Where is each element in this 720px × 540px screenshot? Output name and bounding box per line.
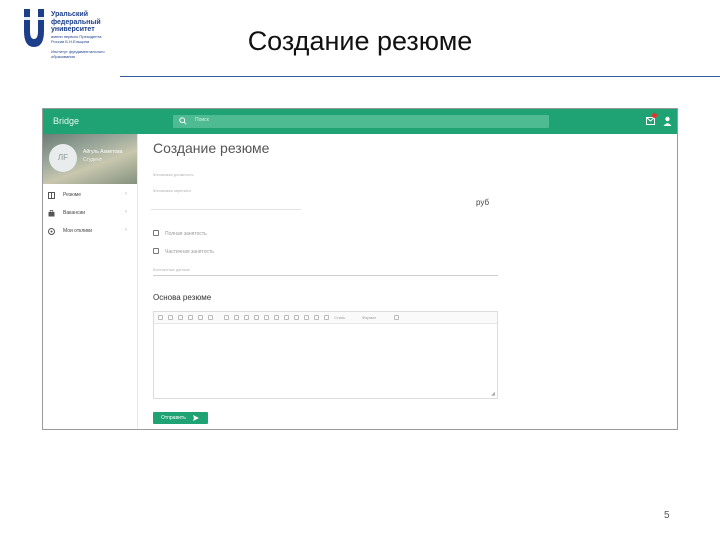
paste-text-icon[interactable]: [198, 315, 203, 320]
university-name-line3: университет: [51, 26, 95, 33]
submit-button-label: Отправить: [161, 415, 186, 421]
find-icon[interactable]: [224, 315, 229, 320]
contacts-underline: [153, 275, 498, 276]
bulleted-list-icon[interactable]: [304, 315, 309, 320]
institute-name: Институт фундаментального образования: [51, 49, 105, 59]
format-dropdown[interactable]: Формат: [362, 315, 376, 320]
full-time-label: Полная занятость: [165, 231, 207, 237]
sidebar-item-label: Резюме: [63, 192, 81, 198]
info-icon: [48, 228, 55, 235]
style-dropdown[interactable]: Стиль: [334, 315, 345, 320]
contacts-field[interactable]: Контактные данные: [153, 267, 190, 272]
table-icon[interactable]: [274, 315, 279, 320]
position-field[interactable]: Желаемая должность: [153, 172, 194, 177]
paste-icon[interactable]: [188, 315, 193, 320]
profile-card: ЛF Айгуль Ахметова Студент: [43, 134, 137, 184]
page-number: 5: [664, 510, 670, 521]
sidebar-item-label: Вакансии: [63, 210, 86, 216]
maximize-icon[interactable]: [394, 315, 399, 320]
part-time-label: Частичная занятость: [165, 249, 214, 255]
paste-word-icon[interactable]: [208, 315, 213, 320]
chevron-right-icon: ›: [125, 227, 127, 233]
chevron-right-icon: ›: [125, 191, 127, 197]
salary-label: Желаемая зарплата: [153, 188, 191, 193]
app-topbar: Bridge Поиск: [43, 109, 677, 134]
sidebar-item-responses[interactable]: Мои отклики ›: [43, 225, 137, 239]
unlink-icon[interactable]: [244, 315, 249, 320]
university-name-line1: Уральский: [51, 11, 89, 18]
resume-form: Создание резюме Желаемая должность Желае…: [151, 134, 671, 429]
editor-toolbar: Стиль Формат: [154, 312, 497, 324]
title-divider: [120, 76, 720, 77]
full-time-checkbox[interactable]: [153, 230, 159, 236]
search-input[interactable]: Поиск: [173, 115, 549, 128]
hr-icon[interactable]: [284, 315, 289, 320]
page-title: Создание резюме: [153, 140, 270, 156]
redo-icon[interactable]: [168, 315, 173, 320]
outdent-icon[interactable]: [324, 315, 329, 320]
sidebar-item-resume[interactable]: Резюме ›: [43, 189, 137, 203]
send-icon: [193, 415, 199, 421]
sidebar-item-vacancies[interactable]: Вакансии ›: [43, 207, 137, 221]
urfu-logo-mark-icon: [22, 9, 46, 47]
copy-icon[interactable]: [178, 315, 183, 320]
chevron-right-icon: ›: [125, 209, 127, 215]
search-icon: [179, 117, 187, 125]
university-name-line2: федеральный: [51, 18, 101, 26]
sidebar-item-label: Мои отклики: [63, 228, 93, 234]
slide-title: Создание резюме: [247, 26, 473, 56]
university-subtitle: имени первого Президента России Б.Н.Ельц…: [51, 34, 102, 44]
section-title: Основа резюме: [153, 293, 212, 302]
rich-text-editor[interactable]: Стиль Формат ◢: [153, 311, 498, 399]
university-logo: Уральский федеральный университет имени …: [22, 9, 122, 73]
app-brand[interactable]: Bridge: [53, 116, 79, 126]
resize-handle-icon[interactable]: ◢: [491, 391, 495, 397]
image-icon[interactable]: [264, 315, 269, 320]
profile-role: Студент: [83, 157, 103, 163]
avatar[interactable]: ЛF: [49, 144, 77, 172]
sidebar: ЛF Айгуль Ахметова Студент Резюме › Вака…: [43, 134, 138, 429]
briefcase-icon: [48, 210, 55, 217]
link-icon[interactable]: [234, 315, 239, 320]
app-screenshot: Bridge Поиск ЛF Айгуль Ахметова Студент: [42, 108, 678, 430]
part-time-checkbox[interactable]: [153, 248, 159, 254]
special-char-icon[interactable]: [294, 315, 299, 320]
university-name: Уральский федеральный университет: [51, 11, 101, 34]
book-icon: [48, 192, 55, 199]
notification-badge: [652, 113, 657, 118]
anchor-icon[interactable]: [254, 315, 259, 320]
salary-field[interactable]: [151, 209, 301, 210]
mail-icon[interactable]: [646, 117, 655, 125]
user-icon[interactable]: [663, 116, 672, 126]
numbered-list-icon[interactable]: [314, 315, 319, 320]
undo-icon[interactable]: [158, 315, 163, 320]
search-placeholder: Поиск: [195, 117, 209, 123]
currency-label: руб: [476, 198, 490, 207]
submit-button[interactable]: Отправить: [153, 412, 208, 424]
profile-name: Айгуль Ахметова: [83, 149, 123, 155]
